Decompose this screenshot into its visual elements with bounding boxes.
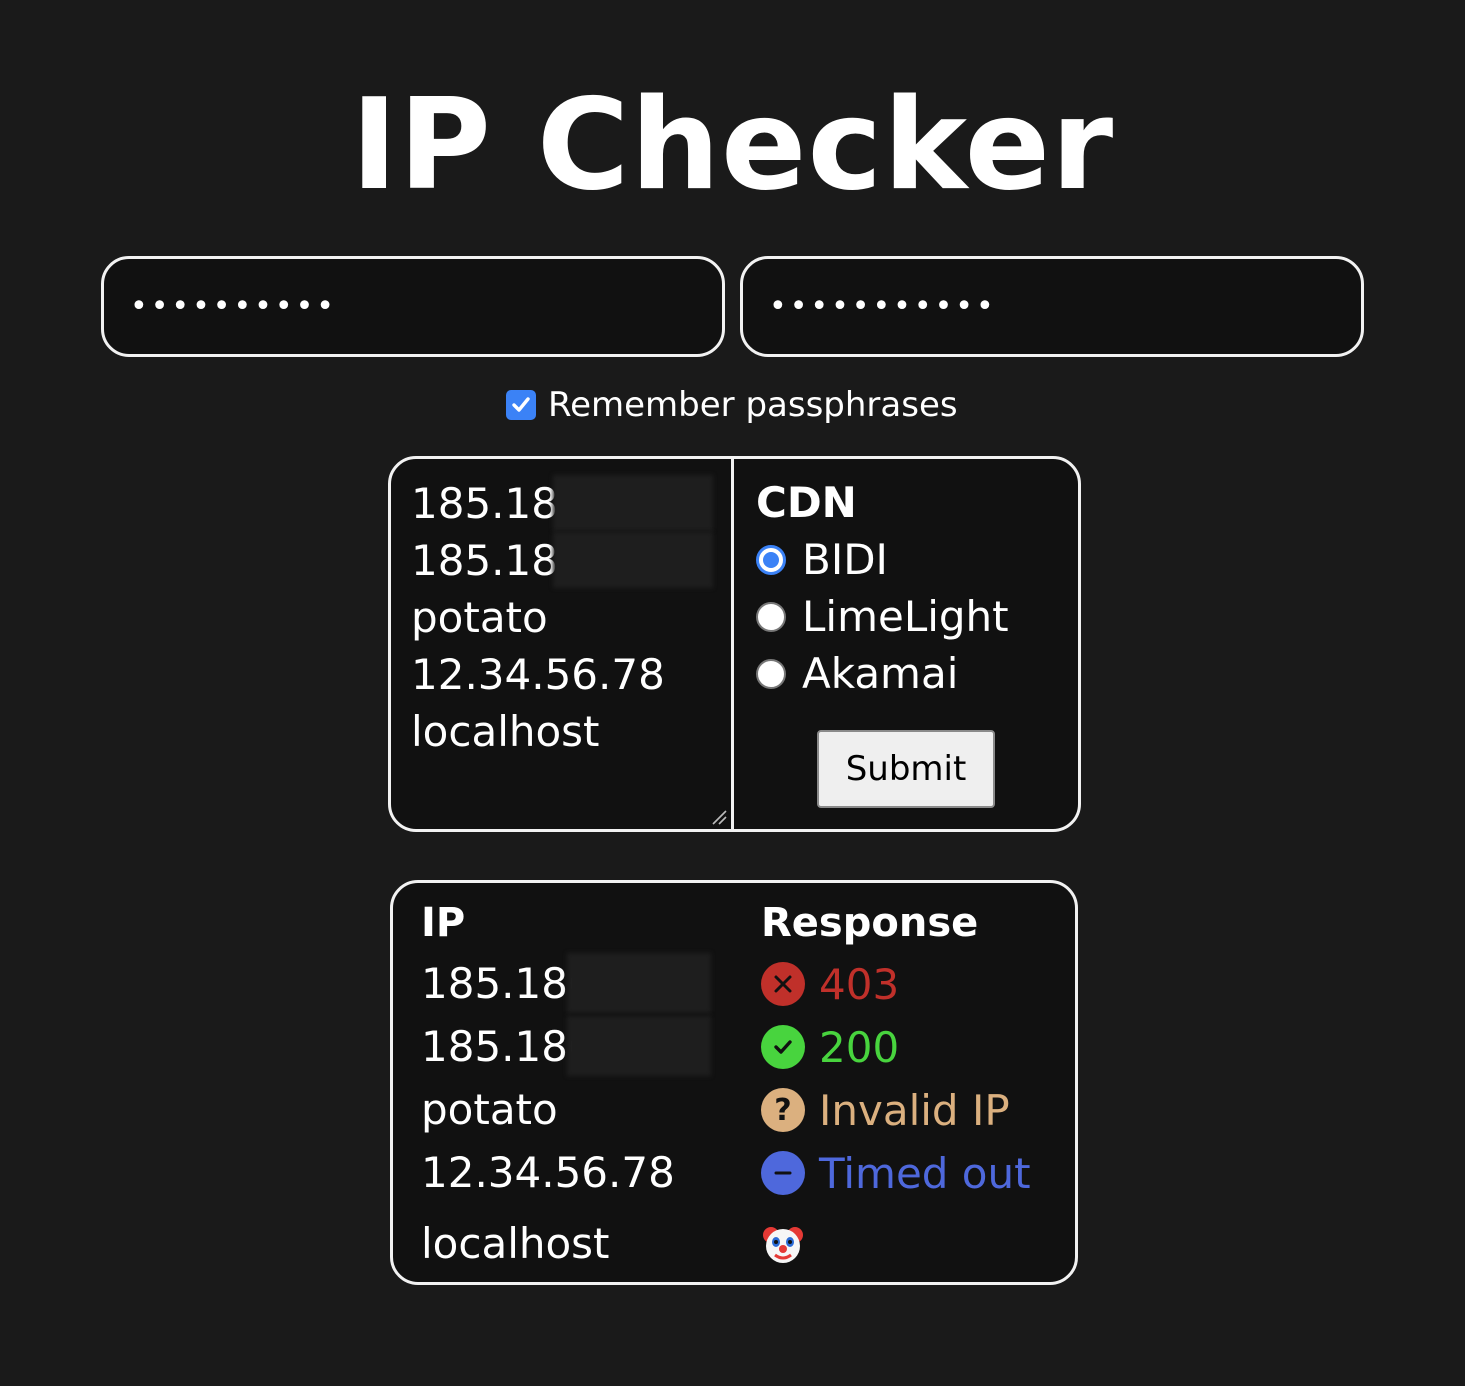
table-row: potato ? Invalid IP	[393, 1079, 1075, 1141]
passphrase-field-2[interactable]	[740, 256, 1364, 357]
row-response: 403	[761, 953, 899, 1015]
page-title: IP Checker	[350, 71, 1115, 218]
row-response: 200	[761, 1016, 899, 1078]
table-row: 185.186. 403	[393, 953, 1075, 1015]
table-row: 185.186. 200	[393, 1016, 1075, 1078]
checkmark-icon	[512, 397, 530, 412]
row-ip: 185.186.	[421, 1016, 711, 1078]
cdn-option-label: LimeLight	[802, 592, 1009, 641]
error-x-icon	[761, 962, 805, 1006]
cdn-option-label: Akamai	[802, 649, 959, 698]
ip-input-line: potato	[411, 593, 548, 642]
ip-column-header: IP	[421, 900, 466, 946]
row-response: ? Invalid IP	[761, 1079, 1010, 1141]
question-icon: ?	[761, 1088, 805, 1132]
remember-checkbox[interactable]	[506, 390, 536, 420]
row-response: Timed out	[761, 1142, 1031, 1204]
ip-input-line: 12.34.56.78	[411, 650, 665, 699]
table-row: 12.34.56.78 Timed out	[393, 1142, 1075, 1204]
redacted-blur	[553, 475, 713, 531]
cdn-option-akamai[interactable]: Akamai	[756, 645, 1056, 702]
row-response	[761, 1213, 805, 1275]
ip-check-form: 185.186 185.186 potato 12.34.56.78 local…	[388, 456, 1081, 832]
ip-list-textarea[interactable]: 185.186 185.186 potato 12.34.56.78 local…	[391, 459, 734, 829]
remember-passphrases-option[interactable]: Remember passphrases	[506, 382, 958, 428]
radio-button-selected[interactable]	[756, 544, 786, 575]
results-table: IP Response 185.186. 403 185.186. 200 po…	[390, 880, 1078, 1285]
redacted-blur	[567, 1016, 711, 1076]
row-ip: 185.186.	[421, 953, 711, 1015]
radio-button[interactable]	[756, 658, 786, 689]
row-ip: localhost	[421, 1219, 610, 1268]
cdn-option-bidi[interactable]: BIDI	[756, 531, 1056, 588]
cdn-option-label: BIDI	[802, 535, 888, 584]
passphrase-input-1[interactable]	[130, 289, 696, 324]
cdn-option-limelight[interactable]: LimeLight	[756, 588, 1056, 645]
table-row: localhost	[393, 1213, 1075, 1275]
cdn-title: CDN	[756, 478, 857, 527]
cdn-selector: CDN BIDI LimeLight Akamai Submit	[734, 459, 1078, 829]
passphrase-input-2[interactable]	[769, 289, 1335, 324]
ip-input-line: 185.186	[411, 475, 713, 532]
success-check-icon	[761, 1025, 805, 1069]
redacted-blur	[553, 532, 713, 588]
resize-handle-icon[interactable]	[709, 807, 727, 825]
minus-icon	[761, 1151, 805, 1195]
row-ip: potato	[421, 1085, 558, 1134]
ip-input-line: localhost	[411, 707, 600, 756]
response-column-header: Response	[761, 900, 979, 946]
passphrase-field-1[interactable]	[101, 256, 725, 357]
remember-label: Remember passphrases	[548, 385, 958, 425]
radio-button[interactable]	[756, 601, 786, 632]
submit-button[interactable]: Submit	[817, 730, 995, 808]
redacted-blur	[567, 953, 711, 1013]
ip-input-line: 185.186	[411, 532, 713, 589]
row-ip: 12.34.56.78	[421, 1148, 675, 1197]
clown-face-icon	[763, 1227, 803, 1263]
